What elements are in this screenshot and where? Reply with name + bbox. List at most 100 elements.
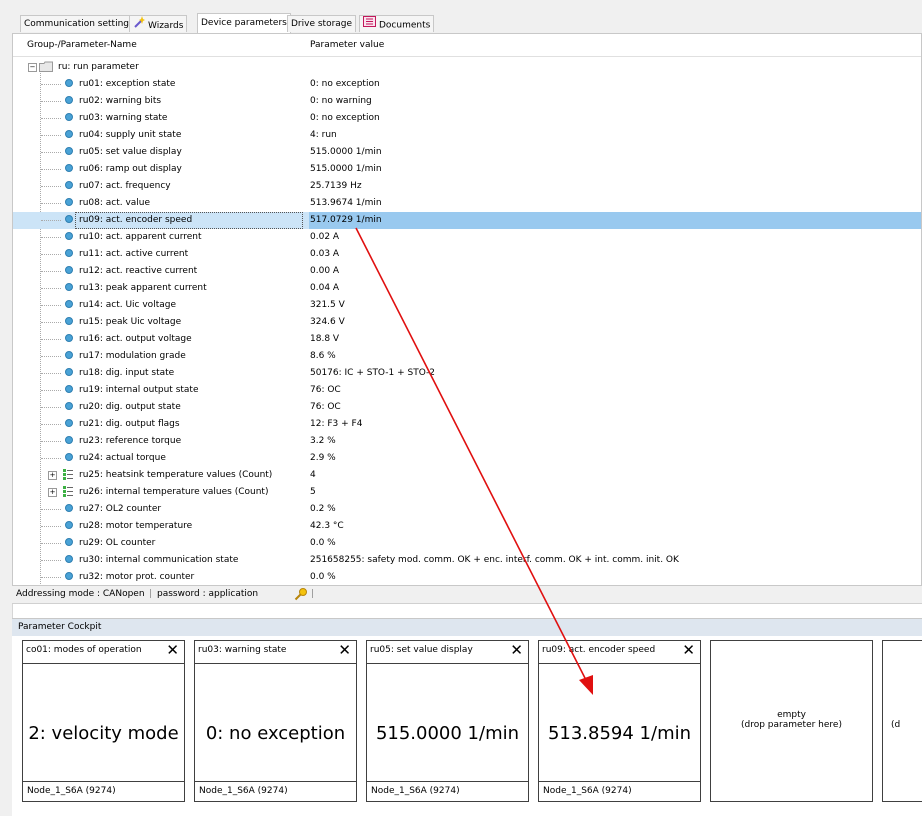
tree-row[interactable]: ru07: act. frequency 25.7139 Hz: [13, 178, 921, 195]
tab-device-parameters[interactable]: Device parameters: [197, 13, 291, 33]
parameter-value[interactable]: 517.0729 1/min: [310, 215, 382, 225]
parameter-value[interactable]: 3.2 %: [310, 436, 336, 446]
tree-row[interactable]: ru09: act. encoder speed 517.0729 1/min: [13, 212, 921, 229]
column-header-value[interactable]: Parameter value: [310, 40, 384, 50]
tree-row[interactable]: ru08: act. value 513.9674 1/min: [13, 195, 921, 212]
tree-connector: [41, 220, 61, 221]
parameter-value[interactable]: 0.2 %: [310, 504, 336, 514]
parameter-value[interactable]: 0: no exception: [310, 79, 380, 89]
parameter-value[interactable]: 4: run: [310, 130, 337, 140]
tree-row[interactable]: ru32: motor prot. counter 0.0 %: [13, 569, 921, 585]
parameter-icon: [65, 96, 73, 104]
parameter-value[interactable]: 25.7139 Hz: [310, 181, 362, 191]
parameter-value[interactable]: 2.9 %: [310, 453, 336, 463]
cockpit-card[interactable]: ru03: warning state ✕ 0: no exception No…: [194, 640, 357, 802]
tree-row[interactable]: ru04: supply unit state 4: run: [13, 127, 921, 144]
parameter-name: ru26: internal temperature values (Count…: [79, 487, 269, 497]
tree-row[interactable]: ru10: act. apparent current 0.02 A: [13, 229, 921, 246]
tab-communication-settings[interactable]: Communication settings: [20, 15, 138, 32]
parameter-value[interactable]: 0.00 A: [310, 266, 339, 276]
tree-row[interactable]: ru24: actual torque 2.9 %: [13, 450, 921, 467]
parameter-value[interactable]: 0.02 A: [310, 232, 339, 242]
tree-row[interactable]: ru18: dig. input state 50176: IC + STO-1 …: [13, 365, 921, 382]
tree-row[interactable]: ru05: set value display 515.0000 1/min: [13, 144, 921, 161]
parameter-icon: [65, 521, 73, 529]
tree-row[interactable]: ru28: motor temperature 42.3 °C: [13, 518, 921, 535]
tree-row[interactable]: ru20: dig. output state 76: OC: [13, 399, 921, 416]
parameter-value[interactable]: 8.6 %: [310, 351, 336, 361]
tab-documents[interactable]: Documents: [359, 15, 435, 32]
parameter-value[interactable]: 0.03 A: [310, 249, 339, 259]
card-title: co01: modes of operation: [26, 645, 142, 655]
tree-row[interactable]: + ru26: internal temperature values (Coun…: [13, 484, 921, 501]
parameter-value[interactable]: 515.0000 1/min: [310, 147, 382, 157]
parameter-value[interactable]: 18.8 V: [310, 334, 339, 344]
parameter-value[interactable]: 5: [310, 487, 316, 497]
cockpit-card[interactable]: ru09: act. encoder speed ✕ 513.8594 1/mi…: [538, 640, 701, 802]
parameter-icon: [65, 300, 73, 308]
cockpit-empty-slot[interactable]: empty (drop parameter here): [710, 640, 873, 802]
parameter-value[interactable]: 76: OC: [310, 385, 341, 395]
column-header-name[interactable]: Group-/Parameter-Name: [27, 40, 137, 50]
expand-icon[interactable]: +: [48, 471, 57, 480]
tree-row[interactable]: ru19: internal output state 76: OC: [13, 382, 921, 399]
parameter-icon: [65, 198, 73, 206]
parameter-value[interactable]: 0: no exception: [310, 113, 380, 123]
tree-row[interactable]: ru16: act. output voltage 18.8 V: [13, 331, 921, 348]
parameter-value[interactable]: 50176: IC + STO-1 + STO-2: [310, 368, 435, 378]
parameter-value[interactable]: 0.0 %: [310, 538, 336, 548]
expand-icon[interactable]: +: [48, 488, 57, 497]
parameter-value[interactable]: 4: [310, 470, 316, 480]
tree-row[interactable]: ru29: OL counter 0.0 %: [13, 535, 921, 552]
parameter-name: ru17: modulation grade: [79, 351, 186, 361]
tree-row[interactable]: ru17: modulation grade 8.6 %: [13, 348, 921, 365]
tree-row[interactable]: ru03: warning state 0: no exception: [13, 110, 921, 127]
parameter-name: ru08: act. value: [79, 198, 151, 208]
cockpit-empty-slot[interactable]: (d: [882, 640, 922, 802]
tree-row[interactable]: ru21: dig. output flags 12: F3 + F4: [13, 416, 921, 433]
parameter-value[interactable]: 0.0 %: [310, 572, 336, 582]
parameter-value[interactable]: 0: no warning: [310, 96, 372, 106]
parameter-name: ru03: warning state: [79, 113, 168, 123]
parameter-value[interactable]: 515.0000 1/min: [310, 164, 382, 174]
tree-row[interactable]: ru30: internal communication state 251658…: [13, 552, 921, 569]
tree-row[interactable]: ru01: exception state 0: no exception: [13, 76, 921, 93]
parameter-value[interactable]: 0.04 A: [310, 283, 339, 293]
tab-drive-storage[interactable]: Drive storage: [287, 15, 357, 32]
collapse-icon[interactable]: −: [28, 63, 37, 72]
empty-hint: (d: [891, 720, 901, 730]
tree-connector: [41, 322, 61, 323]
tree-group-ru[interactable]: − ru: run parameter: [13, 59, 921, 76]
parameter-value[interactable]: 324.6 V: [310, 317, 345, 327]
parameter-value[interactable]: 251658255: safety mod. comm. OK + enc. i…: [310, 555, 679, 565]
parameter-name: ru06: ramp out display: [79, 164, 182, 174]
tab-wizards[interactable]: Wizards: [129, 15, 188, 32]
close-icon[interactable]: ✕: [682, 642, 695, 658]
tree-row[interactable]: ru14: act. Uic voltage 321.5 V: [13, 297, 921, 314]
tree-row[interactable]: ru06: ramp out display 515.0000 1/min: [13, 161, 921, 178]
parameter-tree[interactable]: Group-/Parameter-Name Parameter value − …: [12, 33, 922, 586]
parameter-value[interactable]: 12: F3 + F4: [310, 419, 362, 429]
tree-row[interactable]: ru11: act. active current 0.03 A: [13, 246, 921, 263]
tree-row[interactable]: + ru25: heatsink temperature values (Coun…: [13, 467, 921, 484]
close-icon[interactable]: ✕: [338, 642, 351, 658]
tree-connector: [41, 526, 61, 527]
tree-connector: [41, 305, 61, 306]
tree-row[interactable]: ru12: act. reactive current 0.00 A: [13, 263, 921, 280]
cockpit-card[interactable]: co01: modes of operation ✕ 2: velocity m…: [22, 640, 185, 802]
tree-row[interactable]: ru23: reference torque 3.2 %: [13, 433, 921, 450]
parameter-value[interactable]: 513.9674 1/min: [310, 198, 382, 208]
tree-row[interactable]: ru27: OL2 counter 0.2 %: [13, 501, 921, 518]
parameter-icon: [65, 334, 73, 342]
parameter-value[interactable]: 321.5 V: [310, 300, 345, 310]
close-icon[interactable]: ✕: [510, 642, 523, 658]
tree-row[interactable]: ru13: peak apparent current 0.04 A: [13, 280, 921, 297]
parameter-value[interactable]: 76: OC: [310, 402, 341, 412]
key-icon[interactable]: [294, 587, 308, 604]
cockpit-card[interactable]: ru05: set value display ✕ 515.0000 1/min…: [366, 640, 529, 802]
tree-row[interactable]: ru02: warning bits 0: no warning: [13, 93, 921, 110]
tree-row[interactable]: ru15: peak Uic voltage 324.6 V: [13, 314, 921, 331]
close-icon[interactable]: ✕: [166, 642, 179, 658]
parameter-value[interactable]: 42.3 °C: [310, 521, 344, 531]
card-value: 0: no exception: [205, 723, 346, 744]
